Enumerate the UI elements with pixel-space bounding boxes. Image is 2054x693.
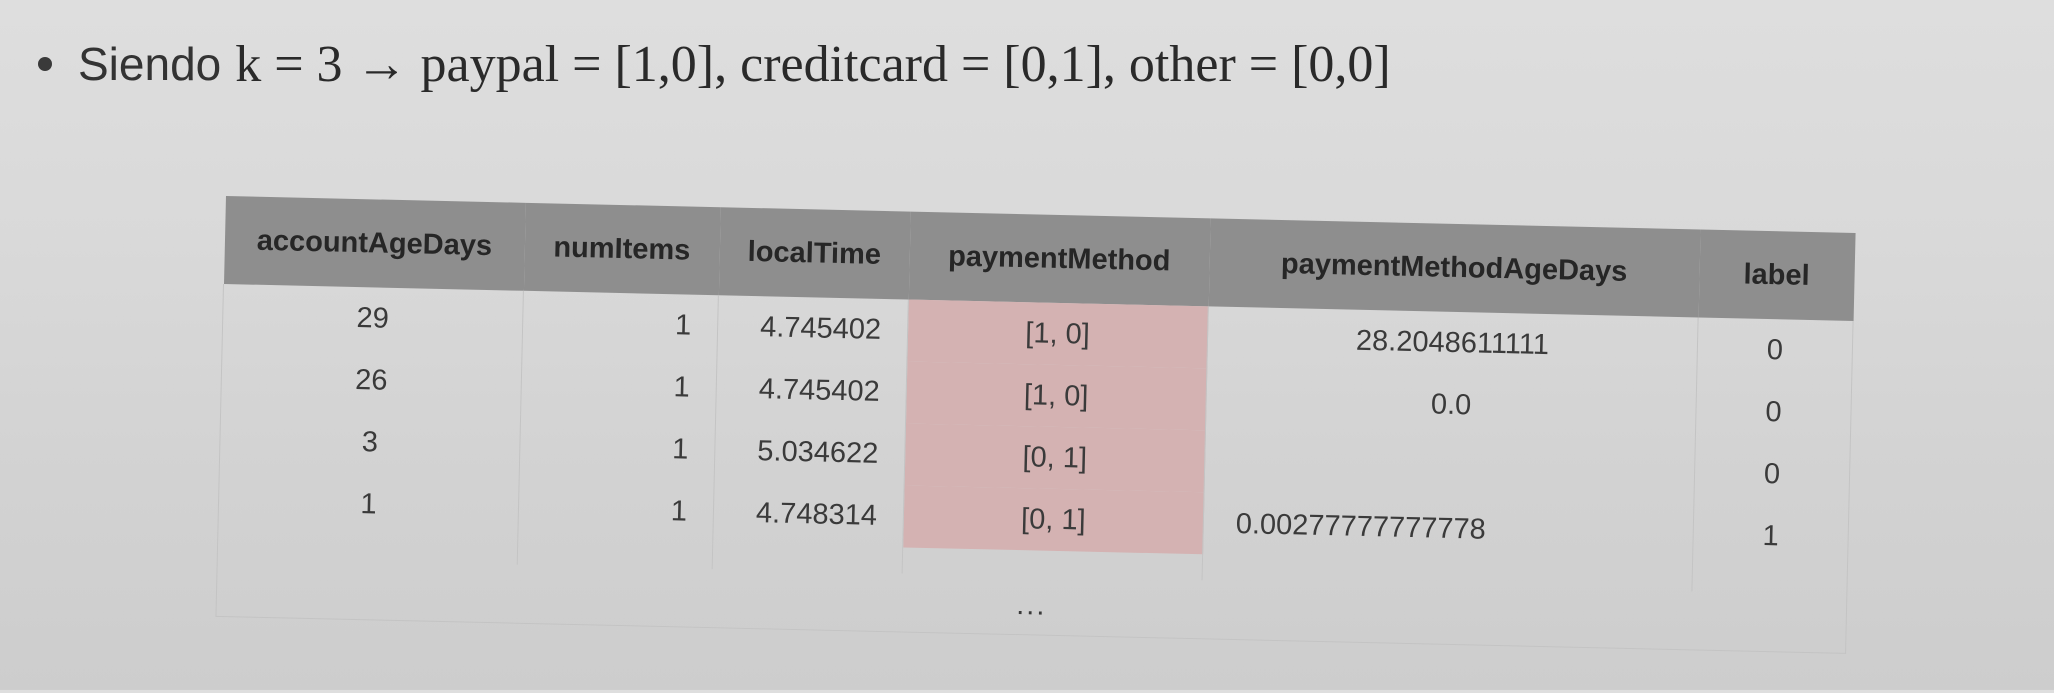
table-cell: 1 — [217, 469, 520, 539]
column-header[interactable]: numItems — [523, 202, 721, 296]
table-cell: [0, 1] — [902, 485, 1205, 555]
table-cell: 0 — [1696, 317, 1854, 383]
data-table: accountAgeDays numItems localTime paymen… — [215, 196, 1856, 654]
table-cell: [1, 0] — [905, 361, 1207, 431]
data-table-container: accountAgeDays numItems localTime paymen… — [215, 196, 1856, 693]
table-cell: 0.0 — [1205, 368, 1697, 442]
table-cell: 28.2048611111 — [1206, 306, 1699, 380]
table-cell: 26 — [220, 345, 523, 415]
table-cell — [1691, 565, 1848, 595]
table-cell: [1, 0] — [906, 299, 1209, 369]
table-cell — [1204, 430, 1696, 504]
table-cell: 4.745402 — [715, 357, 907, 424]
table-cell: 0 — [1693, 441, 1851, 507]
table-cell: 4.745402 — [716, 295, 909, 362]
bullet-dot-icon — [38, 57, 52, 71]
table-cell: 1 — [522, 290, 719, 358]
table-cell: 1 — [520, 352, 717, 420]
table-cell: 0 — [1695, 379, 1852, 445]
table-cell: 5.034622 — [714, 419, 906, 486]
table-cell: 0.00277777777778 — [1202, 492, 1694, 566]
column-header[interactable]: paymentMethod — [908, 211, 1211, 307]
table-cell: 1 — [517, 476, 715, 544]
column-header[interactable]: paymentMethodAgeDays — [1208, 218, 1701, 318]
bullet-intro: Siendo — [78, 38, 222, 90]
formula: k = 3 → paypal = [1,0], creditcard = [0,… — [235, 35, 1391, 93]
table-cell: 3 — [219, 407, 521, 477]
column-header[interactable]: localTime — [718, 207, 911, 300]
table-cell: 1 — [1692, 503, 1849, 569]
column-header[interactable]: accountAgeDays — [223, 196, 526, 291]
table-cell: 1 — [519, 414, 716, 482]
table-cell: 4.748314 — [712, 481, 905, 548]
table-cell: 29 — [222, 283, 524, 353]
bullet-item: Siendo k = 3 → paypal = [1,0], creditcar… — [38, 24, 1391, 104]
column-header[interactable]: label — [1698, 229, 1856, 321]
table-cell: [0, 1] — [904, 423, 1206, 493]
